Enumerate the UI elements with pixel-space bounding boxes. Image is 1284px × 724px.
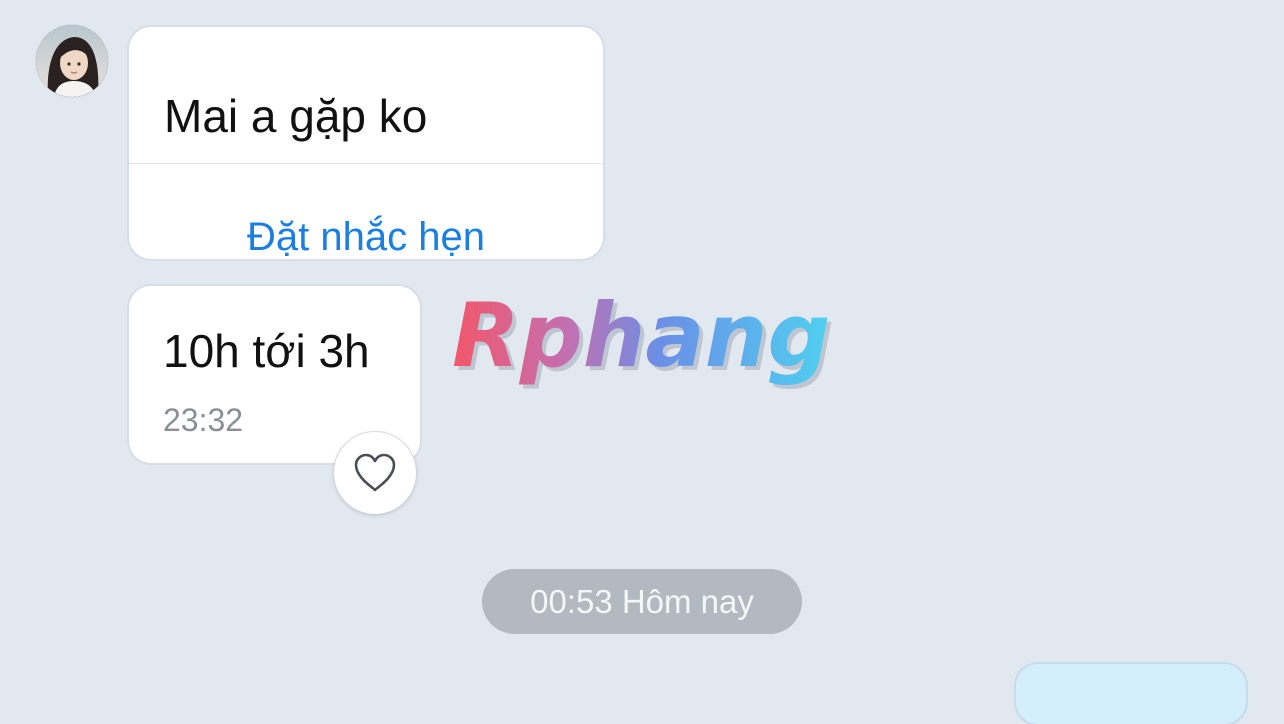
react-button[interactable] — [334, 432, 416, 514]
contact-avatar[interactable] — [36, 25, 108, 97]
message-text: Mai a gặp ko — [164, 90, 428, 142]
heart-icon — [354, 453, 396, 492]
set-reminder-button[interactable]: Đặt nhắc hẹn — [129, 217, 603, 257]
watermark-text: Rphang — [452, 288, 830, 387]
bubble-divider — [129, 163, 603, 164]
message-timestamp: 23:32 — [163, 402, 244, 438]
watermark-logo: Rphang Rphang — [452, 288, 834, 391]
outgoing-message-bubble[interactable] — [1016, 664, 1246, 724]
date-separator: 00:53 Hôm nay — [482, 569, 802, 634]
message-text: 10h tới 3h — [163, 325, 370, 377]
message-bubble-appointment[interactable]: Mai a gặp ko Đặt nhắc hẹn — [129, 27, 603, 259]
avatar-image — [36, 25, 108, 97]
